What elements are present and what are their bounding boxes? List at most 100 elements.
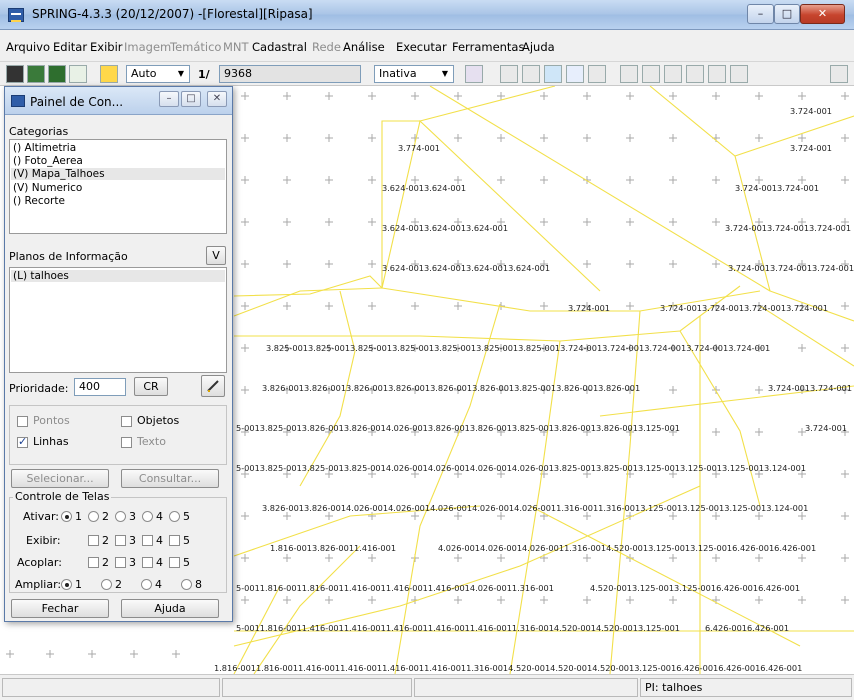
edit-line-icon[interactable]: [620, 65, 638, 83]
talhao-boundary-line: [679, 330, 761, 507]
menu-editar[interactable]: Editar: [53, 40, 87, 54]
grid-cross: [798, 344, 806, 352]
scale-value: 9368: [224, 67, 252, 80]
grid-cross: [241, 92, 249, 100]
pencil-icon[interactable]: [201, 375, 225, 397]
category-item[interactable]: () Recorte: [13, 195, 65, 207]
grid-cross: [712, 218, 720, 226]
menu-executar[interactable]: Executar: [396, 40, 447, 54]
pontos-checkbox[interactable]: [17, 416, 28, 427]
categories-list[interactable]: () Altimetria () Foto_Aerea (V) Mapa_Tal…: [9, 139, 227, 234]
ampliar-radio-8[interactable]: [181, 579, 192, 590]
exibir-checkbox-2[interactable]: [88, 535, 99, 546]
priority-input[interactable]: 400: [74, 378, 126, 396]
exibir-num: 3: [129, 534, 136, 547]
grid-cross: [241, 554, 249, 562]
ativar-radio-3[interactable]: [115, 511, 126, 522]
grid-cross: [454, 302, 462, 310]
select-button[interactable]: Selecionar...: [11, 469, 109, 488]
objetos-checkbox[interactable]: [121, 416, 132, 427]
inactive-select[interactable]: Inativa ▼: [374, 65, 454, 83]
grid-cross: [497, 176, 505, 184]
linhas-checkbox[interactable]: [17, 435, 28, 448]
minimize-button[interactable]: –: [747, 4, 774, 24]
panel-restore-button[interactable]: □: [181, 91, 201, 107]
project-icon[interactable]: [27, 65, 45, 83]
ativar-radio-2[interactable]: [88, 511, 99, 522]
grid-cross: [283, 554, 291, 562]
panel-close-button[interactable]: ✕: [207, 91, 227, 107]
exibir-checkbox-4[interactable]: [142, 535, 153, 546]
map-value-label: 4.520-0013.125-0013.125-0016.426-0016.42…: [590, 583, 800, 593]
category-item-selected[interactable]: (V) Mapa_Talhoes: [11, 168, 225, 180]
ampliar-radio-1[interactable]: [61, 579, 72, 590]
pointer-icon[interactable]: [588, 65, 606, 83]
exibir-num: 5: [183, 534, 190, 547]
category-item[interactable]: (V) Numerico: [13, 182, 82, 194]
plane-item-selected[interactable]: (L) talhoes: [11, 270, 225, 282]
ativar-radio-1[interactable]: [61, 511, 72, 522]
close-button[interactable]: ✕: [800, 4, 845, 24]
planes-visibility-button[interactable]: V: [206, 246, 226, 265]
info-icon[interactable]: [566, 65, 584, 83]
menu-exibir[interactable]: Exibir: [90, 40, 123, 54]
panel-help-button[interactable]: Ajuda: [121, 599, 219, 618]
ativar-radio-4[interactable]: [142, 511, 153, 522]
grid-cross: [411, 512, 419, 520]
panel-close-action-button[interactable]: Fechar: [11, 599, 109, 618]
texto-checkbox[interactable]: [121, 437, 132, 448]
exibir-checkbox-3[interactable]: [115, 535, 126, 546]
grid-cross: [755, 92, 763, 100]
grid-cross: [798, 596, 806, 604]
exibir-checkbox-5[interactable]: [169, 535, 180, 546]
menu-analise[interactable]: Análise: [343, 40, 385, 54]
maximize-button[interactable]: □: [774, 4, 800, 24]
help-icon[interactable]: [830, 65, 848, 83]
grid-cross: [841, 596, 849, 604]
acoplar-checkbox-3[interactable]: [115, 557, 126, 568]
menu-imagem[interactable]: Imagem: [124, 40, 171, 54]
map-value-label: 3.724-001: [790, 106, 832, 116]
home-icon[interactable]: [730, 65, 748, 83]
acoplar-checkbox-2[interactable]: [88, 557, 99, 568]
category-item[interactable]: () Altimetria: [13, 142, 76, 154]
menu-tematico[interactable]: Temático: [170, 40, 221, 54]
menu-rede[interactable]: Rede: [312, 40, 341, 54]
palette-icon[interactable]: [465, 65, 483, 83]
planes-list[interactable]: (L) talhoes: [9, 267, 227, 373]
ampliar-radio-2[interactable]: [101, 579, 112, 590]
draw-icon[interactable]: [69, 65, 87, 83]
menu-ajuda[interactable]: Ajuda: [522, 40, 555, 54]
menu-ferramentas[interactable]: Ferramentas: [452, 40, 524, 54]
menu-arquivo[interactable]: Arquivo: [6, 40, 50, 54]
cr-button[interactable]: CR: [134, 377, 168, 396]
zoom-out-icon[interactable]: [664, 65, 682, 83]
zoom-area-icon[interactable]: [686, 65, 704, 83]
scale-field[interactable]: 9368: [219, 65, 361, 83]
database-icon[interactable]: [6, 65, 24, 83]
cursor-icon[interactable]: [500, 65, 518, 83]
pan-icon[interactable]: [544, 65, 562, 83]
acoplar-checkbox-4[interactable]: [142, 557, 153, 568]
menu-mnt[interactable]: MNT: [223, 40, 249, 54]
layers-icon[interactable]: [48, 65, 66, 83]
ampliar-num: 1: [75, 578, 82, 591]
window-icon[interactable]: [100, 65, 118, 83]
panel-title-bar[interactable]: Painel de Con... – □ ✕: [5, 87, 232, 115]
panel-minimize-button[interactable]: –: [159, 91, 179, 107]
ampliar-radio-4[interactable]: [141, 579, 152, 590]
zoom-mode-select[interactable]: Auto ▼: [126, 65, 190, 83]
back-icon[interactable]: [708, 65, 726, 83]
category-item[interactable]: () Foto_Aerea: [13, 155, 83, 167]
grid-cross: [454, 92, 462, 100]
query-button[interactable]: Consultar...: [121, 469, 219, 488]
pontos-label: Pontos: [33, 414, 70, 427]
zoom-in-icon[interactable]: [642, 65, 660, 83]
acoplar-checkbox-5[interactable]: [169, 557, 180, 568]
grid-cross: [755, 428, 763, 436]
grid-cross: [540, 596, 548, 604]
grid-cross: [454, 554, 462, 562]
menu-cadastral[interactable]: Cadastral: [252, 40, 307, 54]
ativar-radio-5[interactable]: [169, 511, 180, 522]
crosshair-icon[interactable]: [522, 65, 540, 83]
